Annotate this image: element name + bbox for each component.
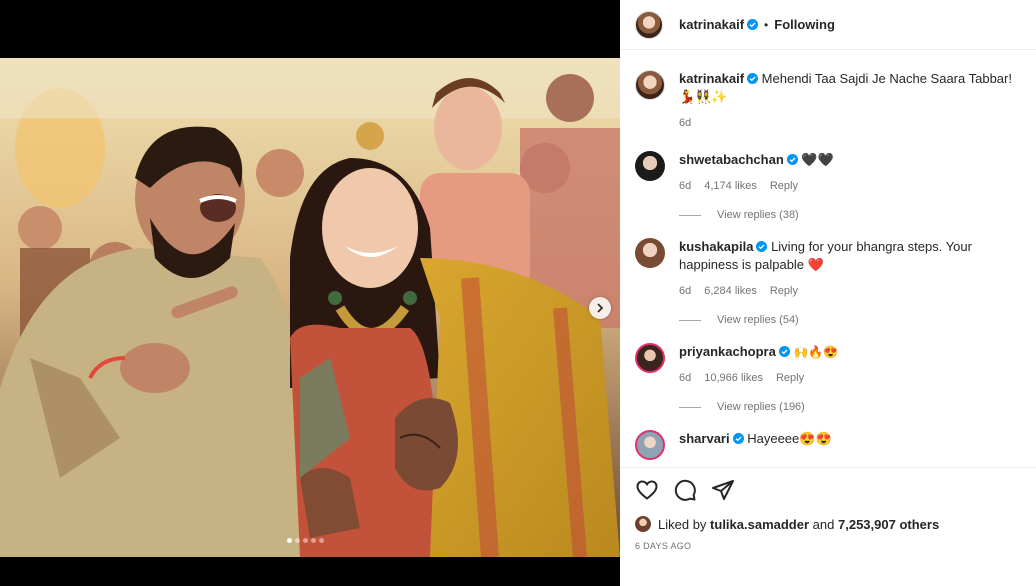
verified-icon	[756, 241, 768, 252]
author-username[interactable]: katrinakaif	[679, 17, 744, 32]
verified-icon	[786, 154, 798, 165]
chevron-right-icon	[597, 303, 604, 313]
verified-icon	[732, 433, 744, 444]
carousel-dot	[295, 538, 300, 543]
view-replies-label: View replies (196)	[717, 401, 805, 413]
post-side-panel: katrinakaif • Following katrinakaif Mehe…	[620, 0, 1036, 586]
comment-text: Hayeeee😍😍	[747, 431, 832, 446]
comment-username[interactable]: kushakapila	[679, 239, 753, 254]
comment-item: kushakapila Living for your bhangra step…	[635, 238, 1021, 300]
comment-username[interactable]: sharvari	[679, 431, 730, 446]
comment-username[interactable]: priyankachopra	[679, 344, 776, 359]
comment-likes[interactable]: 6,284 likes	[704, 282, 757, 300]
carousel-indicator	[287, 538, 324, 543]
reply-button[interactable]: Reply	[776, 369, 804, 387]
likes-summary: Liked by tulika.samadder and 7,253,907 o…	[620, 512, 1036, 536]
share-icon[interactable]	[711, 478, 735, 502]
comment-item: shwetabachchan 🖤🖤 6d 4,174 likes Reply	[635, 151, 1021, 195]
comment-username[interactable]: shwetabachchan	[679, 152, 784, 167]
view-replies-label: View replies (38)	[717, 209, 799, 221]
view-replies-button[interactable]: View replies (196)	[679, 401, 1021, 413]
comment-item: priyankachopra 🙌🔥😍 6d 10,966 likes Reply	[635, 343, 1021, 387]
action-bar	[620, 468, 1036, 512]
caption-username[interactable]: katrinakaif	[679, 71, 744, 86]
commenter-avatar[interactable]	[635, 343, 665, 373]
view-replies-button[interactable]: View replies (54)	[679, 314, 1021, 326]
caption: katrinakaif Mehendi Taa Sajdi Je Nache S…	[635, 70, 1021, 132]
comments-list[interactable]: katrinakaif Mehendi Taa Sajdi Je Nache S…	[620, 50, 1036, 468]
carousel-dot	[311, 538, 316, 543]
comment-age: 6d	[679, 180, 692, 192]
heart-icon[interactable]	[635, 478, 659, 502]
post-date[interactable]: 6 DAYS AGO	[620, 541, 1036, 551]
photo-illustration	[0, 58, 620, 557]
carousel-dot	[303, 538, 308, 543]
comment-age: 6d	[679, 372, 692, 384]
likes-and: and	[812, 516, 835, 532]
liker-avatar[interactable]	[635, 516, 651, 532]
verified-icon	[747, 73, 759, 84]
replies-line	[679, 214, 701, 216]
comment-likes[interactable]: 4,174 likes	[704, 177, 757, 195]
caption-age: 6d	[679, 117, 692, 129]
post-media	[0, 0, 620, 586]
comment-text: 🖤🖤	[801, 152, 834, 167]
author-avatar[interactable]	[635, 70, 665, 100]
commenter-avatar[interactable]	[635, 238, 665, 268]
post-header: katrinakaif • Following	[620, 0, 1036, 50]
comment-text: 🙌🔥😍	[793, 345, 839, 359]
comment-age: 6d	[679, 285, 692, 297]
next-slide-button[interactable]	[589, 297, 611, 319]
reply-button[interactable]: Reply	[770, 177, 798, 195]
verified-icon	[778, 346, 790, 357]
commenter-avatar[interactable]	[635, 430, 665, 460]
replies-line	[679, 406, 701, 408]
commenter-avatar[interactable]	[635, 151, 665, 181]
likes-prefix: Liked by	[658, 516, 707, 532]
carousel-dot	[319, 538, 324, 543]
liker-username[interactable]: tulika.samadder	[710, 517, 809, 532]
comment-icon[interactable]	[673, 478, 697, 502]
view-replies-button[interactable]: View replies (38)	[679, 209, 1021, 221]
replies-line	[679, 319, 701, 321]
reply-button[interactable]: Reply	[770, 282, 798, 300]
header-separator: •	[764, 17, 769, 32]
comment-item: sharvari Hayeeee😍😍	[635, 430, 1021, 460]
author-avatar[interactable]	[635, 10, 663, 39]
post-photo[interactable]	[0, 58, 620, 557]
view-replies-label: View replies (54)	[717, 314, 799, 326]
following-button[interactable]: Following	[774, 17, 835, 32]
verified-icon	[747, 18, 759, 30]
comment-likes[interactable]: 10,966 likes	[704, 369, 763, 387]
likes-count[interactable]: 7,253,907 others	[838, 517, 939, 532]
carousel-dot	[287, 538, 292, 543]
